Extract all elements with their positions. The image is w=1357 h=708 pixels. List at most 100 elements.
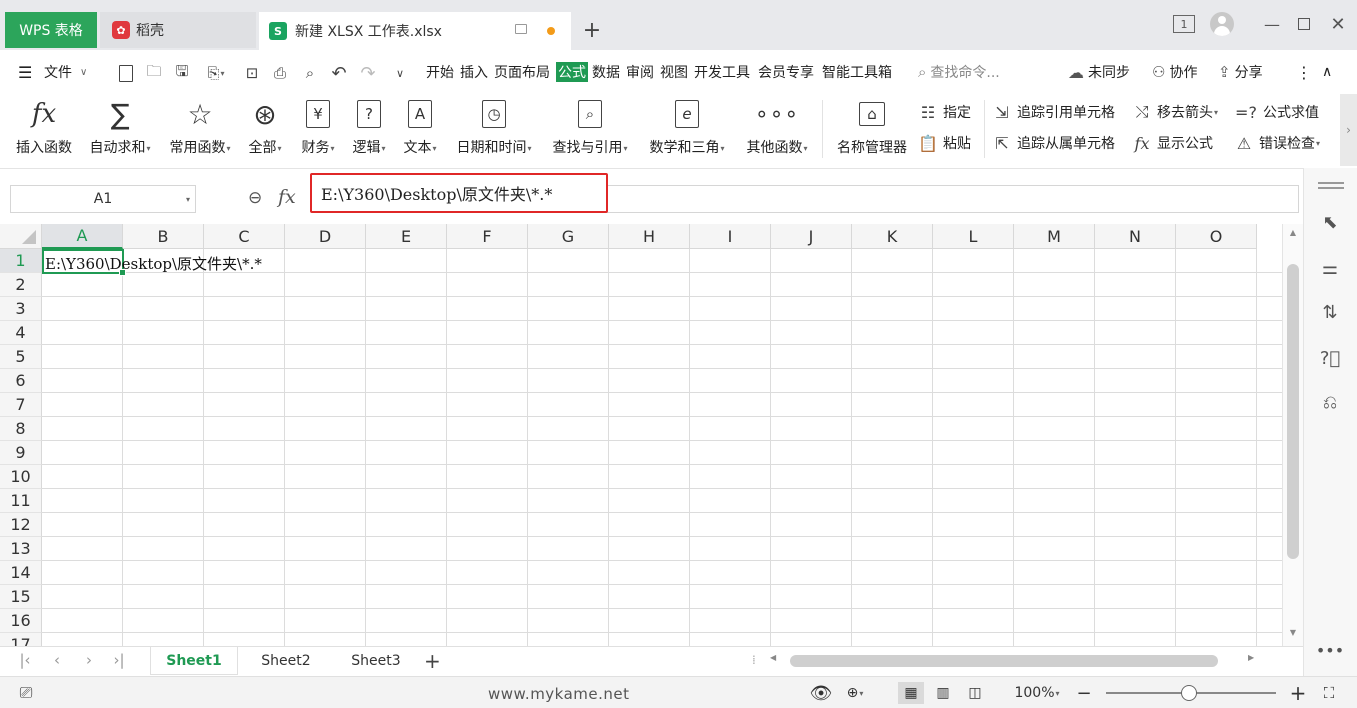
column-header-a[interactable]: A [42,224,123,249]
collaborate-button[interactable]: ⚇ 协作 [1152,62,1197,82]
finance-button[interactable]: ¥ 财务▾ [296,98,340,157]
all-functions-button[interactable]: ⊛ 全部▾ [244,98,286,157]
trace-dependents-button[interactable]: ⇱ 追踪从属单元格 [992,132,1115,154]
zoom-level-select[interactable]: 100% ▾ [1008,682,1066,704]
row-header-14[interactable]: 14 [0,561,42,585]
row-header-7[interactable]: 7 [0,393,42,417]
autosum-button[interactable]: ∑ 自动求和▾ [84,98,156,157]
column-header-m[interactable]: M [1014,224,1095,249]
tab-formulas[interactable]: 公式 [556,62,588,82]
row-header-11[interactable]: 11 [0,489,42,513]
column-header-n[interactable]: N [1095,224,1176,249]
cell-grid[interactable] [42,249,1282,646]
column-header-k[interactable]: K [852,224,933,249]
tab-home[interactable]: 开始 [426,62,454,82]
add-sheet-button[interactable]: + [424,649,441,673]
sheet-tab-sheet3[interactable]: Sheet3 [334,647,418,675]
pdf-button[interactable]: ⊡ [242,63,262,83]
export-button[interactable]: ⎘ ▾ [200,63,232,83]
tab-member[interactable]: 会员专享 [758,62,814,82]
column-header-b[interactable]: B [123,224,204,249]
row-header-10[interactable]: 10 [0,465,42,489]
tab-data[interactable]: 数据 [592,62,620,82]
column-header-d[interactable]: D [285,224,366,249]
remove-arrows-button[interactable]: ⤭ 移去箭头 ▾ [1132,101,1218,123]
row-header-13[interactable]: 13 [0,537,42,561]
redo-button[interactable]: ↷ [358,63,378,84]
math-button[interactable]: e 数学和三角▾ [642,98,732,157]
monitor-icon[interactable] [515,24,527,34]
trace-precedents-button[interactable]: ⇲ 追踪引用单元格 [992,101,1115,123]
row-header-2[interactable]: 2 [0,273,42,297]
logic-button[interactable]: ? 逻辑▾ [347,98,391,157]
maximize-button[interactable] [1292,10,1316,38]
tab-developer[interactable]: 开发工具 [694,62,750,82]
open-button[interactable]: 🗀 [144,62,164,83]
help-icon[interactable]: ?⃝ [1318,346,1342,370]
scroll-left-icon[interactable]: ◀ [770,653,776,662]
formula-input[interactable]: E:\Y360\Desktop\原文件夹\*.* [310,173,608,213]
command-search-input[interactable]: ⌕ 查找命令... [918,62,1000,82]
page-break-view-button[interactable]: ◫ [962,682,988,704]
fullscreen-button[interactable]: ⛶ [1318,682,1340,704]
select-all-corner[interactable] [0,224,42,249]
name-manager-button[interactable]: ⌂ 名称管理器 [832,98,912,157]
macro-record-icon[interactable]: ⎚ [14,682,38,704]
close-button[interactable]: ✕ [1326,10,1350,38]
sheet-tab-sheet2[interactable]: Sheet2 [244,647,328,675]
file-menu-button[interactable]: 文件 ∨ [44,62,87,82]
tab-smart-toolbox[interactable]: 智能工具箱 [822,62,892,82]
share-button[interactable]: ⇪ 分享 [1218,62,1263,82]
fx-icon[interactable]: fx [278,186,296,208]
show-formulas-button[interactable]: fx 显示公式 [1132,132,1213,154]
row-header-1[interactable]: 1 [0,249,42,273]
insert-function-button[interactable]: fx 插入函数 [12,98,76,157]
prev-sheet-icon[interactable]: ‹ [48,651,66,671]
page-layout-view-button[interactable]: ▥ [930,682,956,704]
split-handle-icon[interactable]: ⁞ [752,653,756,667]
sheet-tab-sheet1[interactable]: Sheet1 [150,647,238,675]
column-header-e[interactable]: E [366,224,447,249]
formula-input-area[interactable] [606,185,1299,213]
common-functions-button[interactable]: ☆ 常用函数▾ [164,98,236,157]
scroll-up-icon[interactable]: ▲ [1283,228,1303,237]
other-functions-button[interactable]: ∘∘∘ 其他函数▾ [740,98,814,157]
last-sheet-icon[interactable]: ›| [110,651,128,671]
normal-view-button[interactable]: ▦ [898,682,924,704]
paste-name-button[interactable]: 📋 粘贴 [918,132,971,154]
more-horizontal-icon[interactable]: ••• [1316,638,1344,662]
tab-page-layout[interactable]: 页面布局 [494,62,550,82]
lookup-button[interactable]: ⌕ 查找与引用▾ [546,98,634,157]
zoom-slider-knob[interactable] [1181,685,1197,701]
user-avatar-button[interactable] [1208,10,1236,38]
undo-button[interactable]: ↶ [329,63,349,84]
collapse-ribbon-button[interactable]: ∧ [1322,62,1332,82]
row-header-3[interactable]: 3 [0,297,42,321]
column-header-c[interactable]: C [204,224,285,249]
row-header-9[interactable]: 9 [0,441,42,465]
column-header-g[interactable]: G [528,224,609,249]
tab-daoke[interactable]: ✿ 稻壳 [100,12,256,48]
eye-protect-icon[interactable]: 👁 [808,682,834,704]
backup-icon[interactable]: ⎌ [1318,390,1342,414]
input-method-button[interactable]: ⊕ ▾ [838,682,872,704]
row-header-17[interactable]: 17 [0,633,42,646]
tab-wps-spreadsheet[interactable]: WPS 表格 [5,12,97,48]
sync-button[interactable]: ☁ 未同步 [1068,62,1130,82]
column-header-f[interactable]: F [447,224,528,249]
evaluate-formula-button[interactable]: =? 公式求值 [1234,101,1319,123]
more-options-button[interactable]: ⋮ [1296,62,1312,82]
tab-insert[interactable]: 插入 [460,62,488,82]
column-header-l[interactable]: L [933,224,1014,249]
select-cursor-icon[interactable]: ⬉ [1318,210,1342,234]
name-box[interactable]: A1 ▾ [10,185,196,213]
first-sheet-icon[interactable]: |‹ [16,651,34,671]
next-sheet-icon[interactable]: › [80,651,98,671]
tab-review[interactable]: 审阅 [626,62,654,82]
vertical-scroll-thumb[interactable] [1287,264,1299,559]
row-header-8[interactable]: 8 [0,417,42,441]
datetime-button[interactable]: ◷ 日期和时间▾ [450,98,538,157]
zoom-lens-icon[interactable]: ⊖ [248,188,268,208]
row-header-12[interactable]: 12 [0,513,42,537]
window-switch-button[interactable]: 1 [1170,10,1198,38]
